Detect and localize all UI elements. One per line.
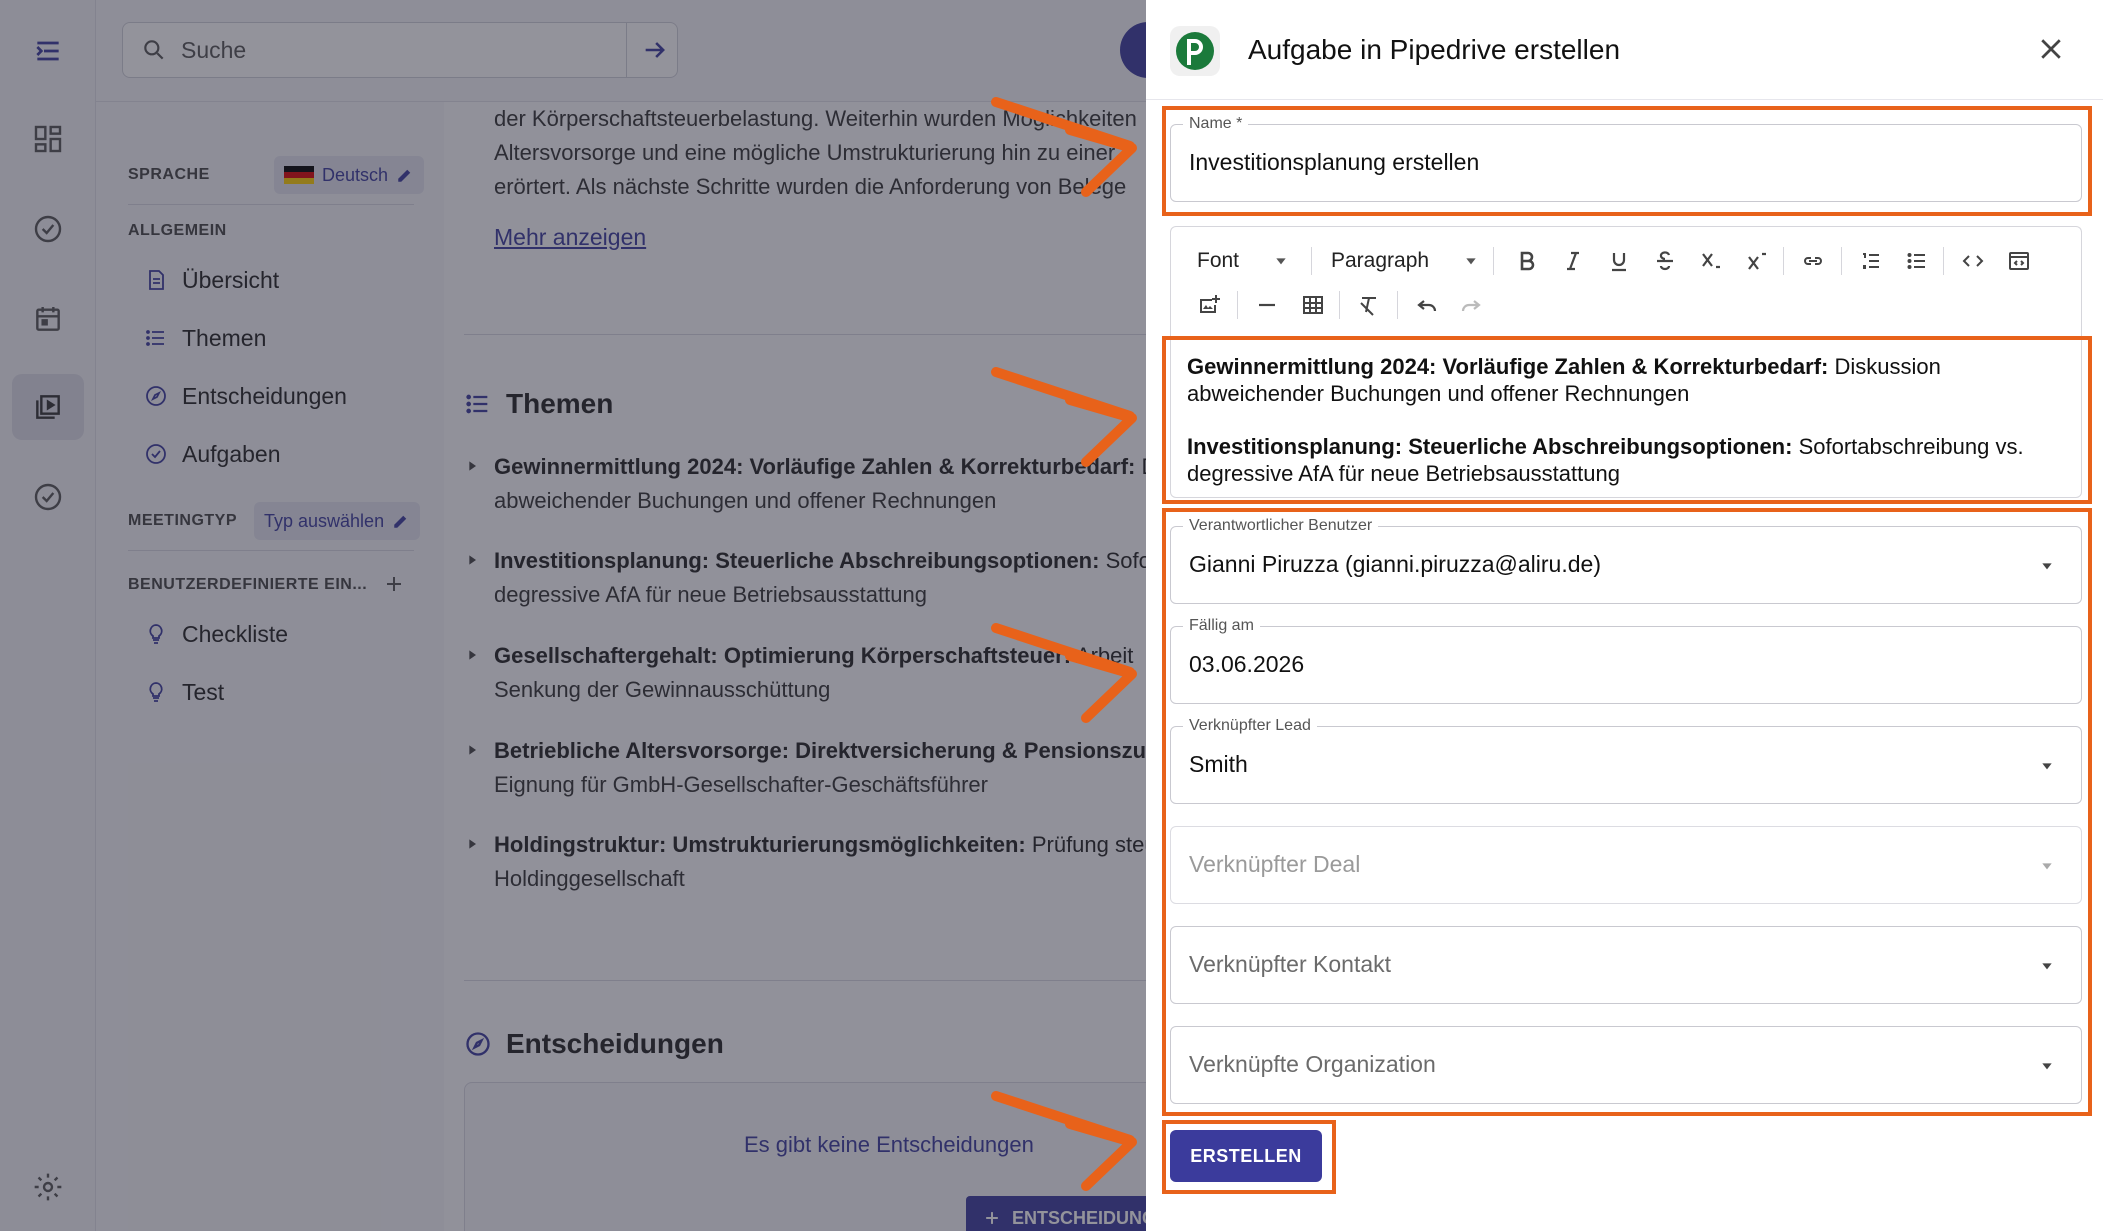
annotation-arrow-icon — [991, 623, 1137, 723]
editor-paragraph: Investitionsplanung: Steuerliche Abschre… — [1187, 434, 2024, 486]
responsible-user-value: Gianni Piruzza (gianni.piruzza@aliru.de) — [1189, 551, 1601, 577]
caret-down-icon — [2042, 1063, 2052, 1070]
superscript-button[interactable] — [1741, 245, 1773, 277]
italic-icon — [1567, 251, 1579, 271]
strikethrough-icon — [1657, 251, 1673, 271]
bold-button[interactable] — [1511, 245, 1543, 277]
superscript-icon — [1748, 252, 1766, 270]
drawer-header: Aufgabe in Pipedrive erstellen — [1146, 0, 2103, 100]
linked-lead-label: Verknüpfter Lead — [1183, 717, 1317, 735]
due-date-field[interactable]: Fällig am 03.06.2026 — [1170, 617, 2082, 704]
annotation-arrow-icon — [991, 1091, 1137, 1191]
create-button[interactable]: ERSTELLEN — [1170, 1130, 1322, 1182]
toolbar-separator — [1943, 247, 1944, 275]
subscript-icon — [1702, 253, 1720, 269]
responsible-user-label: Verantwortlicher Benutzer — [1183, 517, 1379, 535]
caret-down-icon — [2042, 563, 2052, 570]
strikethrough-button[interactable] — [1649, 245, 1681, 277]
caret-down-icon — [2042, 763, 2052, 770]
caret-down-icon — [1466, 258, 1476, 265]
paragraph-select-label: Paragraph — [1331, 249, 1430, 272]
linked-lead-value: Smith — [1189, 751, 1248, 777]
caret-down-icon — [2042, 863, 2052, 870]
font-select[interactable]: Font — [1197, 245, 1289, 277]
link-button[interactable] — [1797, 245, 1829, 277]
drawer-title: Aufgabe in Pipedrive erstellen — [1248, 34, 1621, 65]
responsible-user-select[interactable]: Verantwortlicher Benutzer Gianni Piruzza… — [1170, 517, 2082, 604]
ordered-list-icon — [1863, 253, 1879, 269]
editor-paragraph: Gewinnermittlung 2024: Vorläufige Zahlen… — [1187, 354, 1941, 406]
redo-button[interactable] — [1455, 289, 1487, 321]
table-button[interactable] — [1297, 289, 1329, 321]
linked-organization-select[interactable]: Verknüpfte Organization — [1170, 1026, 2082, 1104]
toolbar-separator — [1339, 291, 1340, 319]
undo-icon — [1417, 300, 1437, 312]
insert-image-button[interactable] — [1193, 289, 1225, 321]
due-date-value[interactable]: 03.06.2026 — [1189, 651, 1304, 678]
bold-icon — [1520, 251, 1535, 271]
redo-icon — [1461, 300, 1481, 312]
caret-down-icon — [1276, 258, 1286, 265]
description-editor[interactable]: Gewinnermittlung 2024: Vorläufige Zahlen… — [1170, 336, 2082, 498]
due-date-label: Fällig am — [1183, 617, 1260, 635]
modal-backdrop[interactable] — [0, 0, 1146, 1231]
link-icon — [1804, 257, 1822, 265]
table-icon — [1303, 296, 1323, 314]
code-button[interactable] — [1957, 245, 1989, 277]
italic-button[interactable] — [1557, 245, 1589, 277]
code-block-icon — [2009, 252, 2029, 270]
toolbar-separator — [1783, 247, 1784, 275]
caret-down-icon — [2042, 963, 2052, 970]
code-block-button[interactable] — [2003, 245, 2035, 277]
clear-format-button[interactable] — [1353, 289, 1385, 321]
editor-toolbar: Font Paragraph — [1170, 226, 2082, 336]
toolbar-separator — [1237, 291, 1238, 319]
toolbar-separator — [1397, 291, 1398, 319]
horizontal-rule-icon — [1259, 303, 1275, 307]
linked-contact-select[interactable]: Verknüpfter Kontakt — [1170, 926, 2082, 1004]
annotation-arrow-icon — [991, 97, 1137, 197]
horizontal-rule-button[interactable] — [1251, 289, 1283, 321]
bullet-list-button[interactable] — [1901, 245, 1933, 277]
paragraph-select[interactable]: Paragraph — [1331, 245, 1479, 277]
font-select-label: Font — [1197, 249, 1240, 272]
linked-deal-select[interactable]: Verknüpfter Deal — [1170, 826, 2082, 904]
image-add-icon — [1200, 295, 1220, 313]
annotation-arrow-icon — [991, 367, 1137, 467]
close-icon[interactable] — [2036, 34, 2066, 64]
pipedrive-icon — [1176, 32, 1214, 70]
bullet-list-icon — [1907, 253, 1925, 269]
name-field[interactable]: Name * Investitionsplanung erstellen — [1170, 115, 2082, 202]
name-label: Name * — [1183, 115, 1249, 133]
subscript-button[interactable] — [1695, 245, 1727, 277]
underline-button[interactable] — [1603, 245, 1635, 277]
toolbar-separator — [1311, 247, 1312, 275]
code-icon — [1962, 255, 1984, 267]
linked-deal-placeholder: Verknüpfter Deal — [1189, 851, 1361, 877]
clear-format-icon — [1360, 297, 1376, 316]
pipedrive-logo — [1170, 26, 1220, 76]
ordered-list-button[interactable] — [1855, 245, 1887, 277]
linked-contact-placeholder: Verknüpfter Kontakt — [1189, 951, 1392, 977]
create-task-drawer: Aufgabe in Pipedrive erstellen Name * In… — [1146, 0, 2103, 1231]
linked-lead-select[interactable]: Verknüpfter Lead Smith — [1170, 717, 2082, 804]
toolbar-separator — [1841, 247, 1842, 275]
undo-button[interactable] — [1411, 289, 1443, 321]
toolbar-separator — [1493, 247, 1494, 275]
name-value[interactable]: Investitionsplanung erstellen — [1189, 149, 1479, 176]
underline-icon — [1612, 253, 1626, 272]
linked-organization-placeholder: Verknüpfte Organization — [1189, 1051, 1436, 1077]
